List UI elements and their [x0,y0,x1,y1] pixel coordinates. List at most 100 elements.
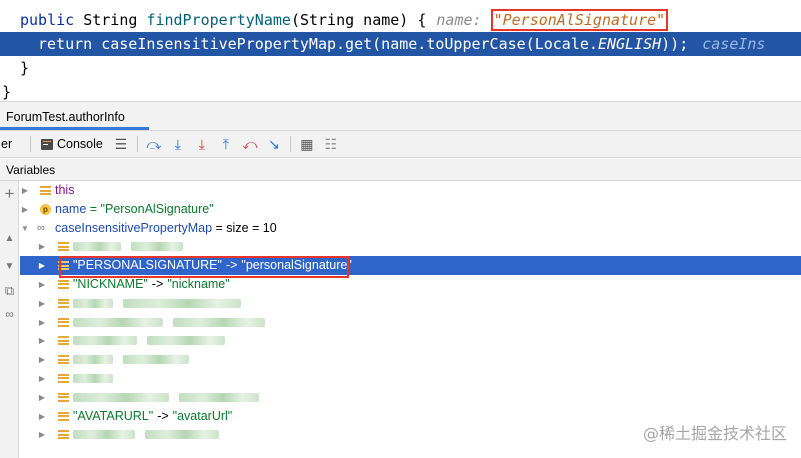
map-entry-value: "avatarUrl" [172,408,233,423]
blurred-value [145,430,219,440]
expand-arrow-icon[interactable]: ▶ [37,425,47,444]
blurred-key [73,242,121,252]
map-entry-label [73,369,113,388]
map-size-value: = size = 10 [215,220,277,235]
expand-arrow-icon[interactable]: ▶ [20,181,30,200]
expand-arrow-icon[interactable]: ▶ [37,369,47,388]
tab-debugger-truncated[interactable]: er [0,137,26,151]
map-entry-label [73,350,189,369]
step-over-icon[interactable]: ⤼ [142,134,166,154]
map-entry-row[interactable]: ▶ [20,331,801,350]
map-entry-row[interactable]: ▶ [20,388,801,407]
toolbar-separator [136,136,138,152]
map-entry-icon [58,335,69,346]
code-line-return-highlighted[interactable]: return caseInsensitivePropertyMap.get(na… [0,32,801,56]
console-label: Console [57,137,103,151]
map-entry-row[interactable]: ▶ [20,350,801,369]
drop-frame-icon[interactable]: ⤺ [238,134,262,154]
map-entry-label [73,331,225,350]
expand-arrow-icon[interactable]: ▶ [37,350,47,369]
step-out-icon[interactable]: ⤒ [214,134,238,154]
collapse-down-icon[interactable]: ▼ [0,261,19,272]
method-call: .get(name.toUpperCase(Locale. [336,35,598,53]
blurred-key [73,392,169,402]
statement-end: )); [661,35,689,53]
step-into-icon[interactable]: ⤓ [166,134,190,154]
code-editor[interactable]: public String findPropertyName(String na… [0,0,801,101]
map-entry-key: "AVATARURL" [73,408,154,423]
map-entry-row[interactable]: ▶ [20,294,801,313]
force-step-into-icon[interactable]: ⤓ [190,134,214,154]
watch-infinity-icon: ∞ [37,221,45,234]
keyword-public: public [20,11,84,29]
expand-arrow-icon[interactable]: ▶ [37,313,47,332]
variable-this: this [55,183,75,197]
console-icon [41,138,53,150]
collapse-arrow-icon[interactable]: ▼ [20,219,30,238]
toolbar-separator [30,136,31,152]
expand-arrow-icon[interactable]: ▶ [37,294,47,313]
field-icon [40,185,51,196]
map-entry-label [73,294,241,313]
expand-arrow-icon[interactable]: ▶ [37,256,47,275]
map-entry-icon [58,317,69,328]
highlight-box [59,256,349,278]
map-entry-label: "AVATARURL" -> "avatarUrl" [73,407,232,426]
map-entry-icon [58,354,69,365]
map-entry-label [73,388,259,407]
debug-toolbar: er Console ☰ ⤼ ⤓ ⤓ ⤒ ⤺ ↘ ▦ ☷ [0,131,801,158]
variables-gutter: + ▲ ▼ ⧉ ∞ [0,181,19,458]
tree-row-this[interactable]: ▶ this [20,181,801,200]
blurred-key [73,430,135,440]
expand-arrow-icon[interactable]: ▶ [37,388,47,407]
locale-constant: ENGLISH [597,35,662,53]
inline-hint-label: name: [436,11,491,29]
toolbar-separator [289,136,291,152]
copy-icon[interactable]: ⧉ [0,283,19,299]
map-entry-row[interactable]: ▶ [20,369,801,388]
table-icon[interactable]: ▦ [295,134,319,154]
plus-icon[interactable]: + [0,184,19,204]
map-entry-arrow: -> [151,276,164,291]
variables-header: Variables [0,159,801,181]
blurred-key [73,373,113,383]
grid-icon[interactable]: ☷ [319,134,343,154]
run-to-cursor-icon[interactable]: ↘ [262,134,286,154]
tab-console[interactable]: Console [35,137,109,151]
inline-hint-value: "PersonAlSignature" [490,9,669,31]
map-entry-row[interactable]: ▶ [20,237,801,256]
variable-name-key: name [55,201,87,216]
expand-arrow-icon[interactable]: ▶ [37,407,47,426]
method-name: findPropertyName [146,11,291,29]
inline-hint-truncated: caseIns [702,35,766,53]
map-entry-arrow: -> [157,408,169,423]
map-entry-row[interactable]: ▶ [20,313,801,332]
map-entry-icon [58,392,69,403]
expand-arrow-icon[interactable]: ▶ [37,275,47,294]
list-icon[interactable]: ☰ [109,134,133,154]
method-params: (String name) { [290,11,427,29]
expand-arrow-icon[interactable]: ▶ [37,237,47,256]
expand-arrow-icon[interactable]: ▶ [37,331,47,350]
blurred-value [173,317,265,327]
parameter-icon: p [40,203,51,215]
expand-arrow-icon[interactable]: ▶ [20,200,30,219]
map-entry-icon [58,411,69,422]
tab-debug-session[interactable]: ForumTest.authorInfo [0,102,149,130]
infinity-icon[interactable]: ∞ [0,307,19,321]
collapse-up-icon[interactable]: ▲ [0,233,19,244]
return-type: String [83,11,147,29]
blurred-value [123,355,189,365]
blurred-key [73,336,137,346]
tree-row-map[interactable]: ▼ ∞ caseInsensitivePropertyMap = size = … [20,219,801,238]
map-entry-icon [58,373,69,384]
map-entry-value: "nickname" [167,276,230,291]
blurred-value [131,242,183,252]
map-entry-icon [58,279,69,290]
tree-row-name[interactable]: ▶ p name = "PersonAlSignature" [20,200,801,219]
map-entry-icon [58,429,69,440]
watermark: @稀土掘金技术社区 [642,424,787,443]
code-line-close-method[interactable]: } [0,56,801,80]
code-line-method-signature[interactable]: public String findPropertyName(String na… [0,8,801,32]
map-field-ref: caseInsensitivePropertyMap [101,35,337,53]
